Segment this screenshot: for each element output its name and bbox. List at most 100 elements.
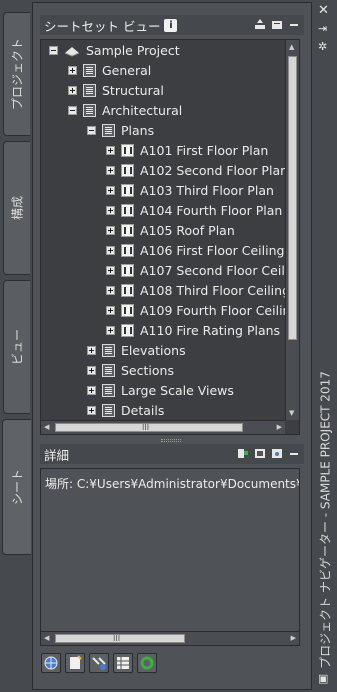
tree-node-label: A104 Fourth Floor Plan bbox=[140, 202, 283, 218]
tree-horizontal-scrollbar[interactable]: ◀ III ▶ bbox=[41, 420, 285, 434]
refresh-button[interactable] bbox=[137, 653, 157, 673]
tree-node-label: A106 First Floor Ceiling P bbox=[140, 242, 296, 258]
minimize-icon[interactable]: ▣ bbox=[318, 672, 328, 685]
tab-constructs[interactable]: 構成 bbox=[3, 141, 30, 275]
sheet-set-view-title: シートセット ビュー bbox=[44, 18, 161, 34]
expand-icon[interactable] bbox=[106, 225, 115, 235]
project-browser-button[interactable] bbox=[41, 653, 61, 673]
expand-icon[interactable] bbox=[106, 165, 115, 175]
tree-node-label: A102 Second Floor Plan bbox=[140, 162, 289, 178]
tree-node-label: Structural bbox=[102, 82, 164, 98]
bottom-toolbar bbox=[41, 653, 157, 673]
expand-icon[interactable] bbox=[68, 65, 77, 75]
tree-node[interactable]: A108 Third Floor Ceiling bbox=[106, 280, 290, 300]
sheet-icon bbox=[121, 303, 134, 317]
tree-node[interactable]: A103 Third Floor Plan bbox=[106, 180, 274, 200]
sheet-icon bbox=[121, 143, 134, 157]
expand-icon[interactable] bbox=[106, 285, 115, 295]
tab-project[interactable]: プロジェクト bbox=[3, 12, 30, 136]
subset-icon bbox=[83, 63, 96, 77]
subset-icon bbox=[102, 383, 115, 397]
details-scroll-right-arrow[interactable]: ▶ bbox=[291, 632, 296, 644]
tree-node[interactable]: A106 First Floor Ceiling P bbox=[106, 240, 296, 260]
expand-icon[interactable] bbox=[87, 405, 96, 415]
repath-button[interactable] bbox=[89, 653, 109, 673]
properties-icon[interactable]: ✲ bbox=[318, 40, 327, 53]
minimize-panel-icon[interactable] bbox=[288, 19, 300, 30]
expand-icon[interactable] bbox=[106, 325, 115, 335]
tree-node[interactable]: Architectural bbox=[68, 100, 182, 120]
tree-vscroll-thumb[interactable] bbox=[288, 56, 297, 340]
refresh-icon bbox=[140, 656, 154, 670]
expand-icon[interactable] bbox=[87, 365, 96, 375]
details-title: 詳細 bbox=[44, 447, 70, 463]
close-icon[interactable]: ✕ bbox=[318, 3, 329, 18]
subset-icon bbox=[83, 103, 96, 117]
tree-node-label: Details bbox=[121, 402, 165, 418]
expand-icon[interactable] bbox=[68, 85, 77, 95]
expand-icon[interactable] bbox=[87, 385, 96, 395]
minimize-details-icon[interactable] bbox=[288, 448, 300, 459]
tree-node-label: A107 Second Floor Ceilin bbox=[140, 262, 297, 278]
tree-node[interactable]: Elevations bbox=[87, 340, 186, 360]
location-text: 場所: C:¥Users¥Administrator¥Documents¥A bbox=[45, 477, 300, 491]
splitter-grip[interactable] bbox=[161, 439, 181, 442]
scroll-up-arrow[interactable]: ▲ bbox=[289, 41, 294, 53]
tree-node-label: Plans bbox=[121, 122, 155, 138]
collapse-icon[interactable] bbox=[49, 45, 58, 55]
details-horizontal-scrollbar[interactable]: ◀ III ▶ bbox=[41, 631, 299, 645]
tree-node[interactable]: General bbox=[68, 60, 151, 80]
tree-node[interactable]: Details bbox=[87, 400, 164, 420]
expand-icon[interactable] bbox=[106, 305, 115, 315]
expand-icon[interactable] bbox=[87, 345, 96, 355]
auto-hide-icon[interactable]: ⇥ bbox=[318, 22, 327, 35]
subset-icon bbox=[102, 363, 115, 377]
tree-vertical-scrollbar[interactable]: ▲ ▼ bbox=[285, 40, 299, 420]
preview-icon[interactable] bbox=[254, 448, 266, 459]
tree-node[interactable]: Sample Project bbox=[49, 40, 180, 60]
details-toggle-icon[interactable] bbox=[237, 448, 249, 459]
info-icon[interactable]: i bbox=[164, 18, 178, 32]
details-header: 詳細 bbox=[40, 444, 304, 464]
tree-node[interactable]: A101 First Floor Plan bbox=[106, 140, 268, 160]
tree-node[interactable]: Large Scale Views bbox=[87, 380, 234, 400]
tree-node[interactable]: A109 Fourth Floor Ceiling bbox=[106, 300, 298, 320]
sheet-set-menu-icon[interactable] bbox=[271, 19, 283, 30]
collapse-icon[interactable] bbox=[68, 105, 77, 115]
tree-node[interactable]: A102 Second Floor Plan bbox=[106, 160, 288, 180]
expand-icon[interactable] bbox=[106, 265, 115, 275]
side-tab-strip: プロジェクト 構成 ビュー シート bbox=[0, 0, 32, 692]
tab-sheets[interactable]: シート bbox=[2, 419, 31, 555]
publish-icon[interactable] bbox=[254, 19, 266, 30]
tree-node[interactable]: A104 Fourth Floor Plan bbox=[106, 200, 282, 220]
sheet-icon bbox=[121, 323, 134, 337]
tree-node[interactable]: A107 Second Floor Ceilin bbox=[106, 260, 296, 280]
new-sheet-button[interactable] bbox=[65, 653, 85, 673]
tree-hscroll-thumb[interactable]: III bbox=[55, 423, 243, 432]
tree-node[interactable]: A110 Fire Rating Plans bbox=[106, 320, 280, 340]
expand-icon[interactable] bbox=[106, 205, 115, 215]
details-scroll-left-arrow[interactable]: ◀ bbox=[44, 632, 49, 644]
scroll-down-arrow[interactable]: ▼ bbox=[289, 407, 294, 419]
scroll-left-arrow[interactable]: ◀ bbox=[44, 421, 49, 433]
tree-node[interactable]: Structural bbox=[68, 80, 164, 100]
tree-node[interactable]: Plans bbox=[87, 120, 154, 140]
sheet-list-button[interactable] bbox=[113, 653, 133, 673]
tree-node-label: A105 Roof Plan bbox=[140, 222, 235, 238]
details-hscroll-thumb[interactable]: III bbox=[55, 634, 185, 643]
collapse-icon[interactable] bbox=[87, 125, 96, 135]
globe-icon bbox=[44, 656, 58, 670]
expand-icon[interactable] bbox=[106, 145, 115, 155]
details-options-icon[interactable] bbox=[271, 448, 283, 459]
tree-node-label: Sample Project bbox=[86, 42, 180, 58]
tree-node[interactable]: Sections bbox=[87, 360, 174, 380]
expand-icon[interactable] bbox=[106, 245, 115, 255]
subset-icon bbox=[83, 83, 96, 97]
details-area: 場所: C:¥Users¥Administrator¥Documents¥A ◀… bbox=[40, 468, 300, 646]
scroll-right-arrow[interactable]: ▶ bbox=[277, 421, 282, 433]
subset-icon bbox=[102, 403, 115, 417]
palette-title: プロジェクト ナビゲーター - SAMPLE PROJECT 2017 bbox=[318, 371, 333, 669]
tree-node[interactable]: A105 Roof Plan bbox=[106, 220, 235, 240]
tab-views[interactable]: ビュー bbox=[3, 280, 30, 414]
expand-icon[interactable] bbox=[106, 185, 115, 195]
